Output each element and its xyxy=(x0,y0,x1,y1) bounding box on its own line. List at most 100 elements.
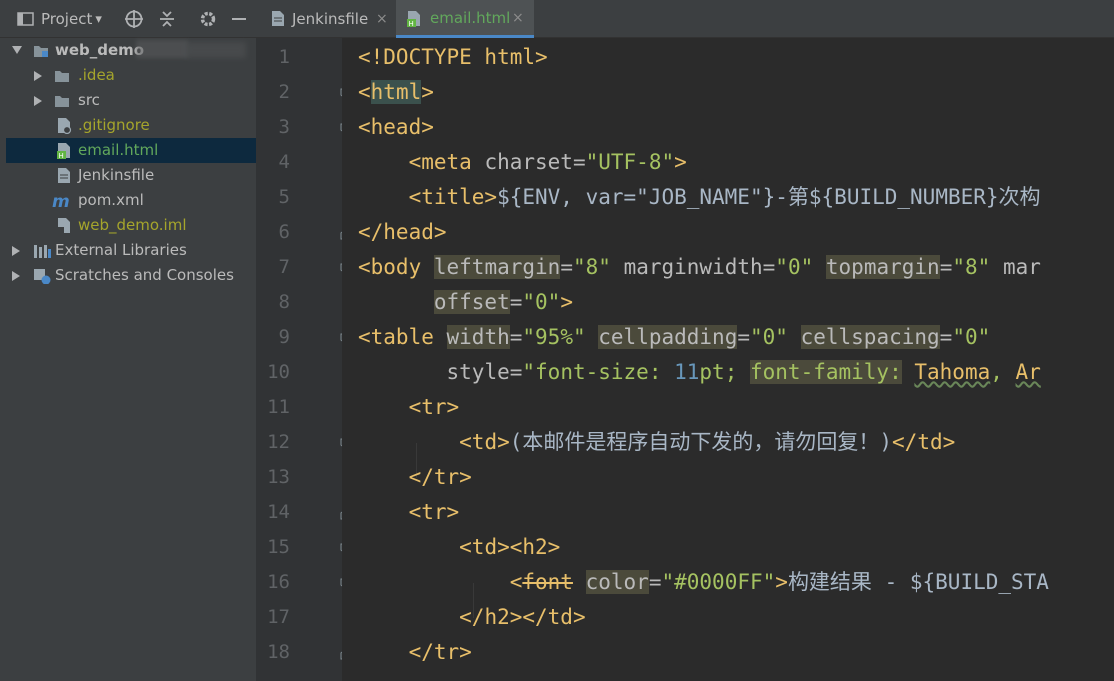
attr-name: cellspacing xyxy=(800,325,940,349)
attr-name: style xyxy=(446,360,510,384)
line-number: 17 xyxy=(267,606,290,628)
line-number: 8 xyxy=(278,291,290,313)
tag-table: <table xyxy=(358,325,434,349)
expand-arrow-icon[interactable] xyxy=(12,246,20,256)
attr-name: leftmargin xyxy=(433,255,561,279)
tag-tr-close: </tr> xyxy=(408,640,472,664)
tab-label: email.html xyxy=(430,8,511,27)
svg-text:H: H xyxy=(409,20,414,28)
close-icon[interactable]: × xyxy=(512,10,524,26)
code-line-6: </head> xyxy=(358,215,447,250)
css-unit: pt; xyxy=(699,360,738,384)
tree-item-label: pom.xml xyxy=(78,191,144,209)
attr-name: charset xyxy=(471,150,573,174)
tree-item-email-html[interactable]: H email.html xyxy=(6,138,256,163)
tree-item-web-demo-iml[interactable]: web_demo.iml xyxy=(6,213,256,238)
minimize-icon[interactable] xyxy=(230,0,248,38)
expand-arrow-icon[interactable] xyxy=(34,71,42,81)
tab-jenkinsfile[interactable]: Jenkinsfile × xyxy=(256,0,396,38)
code-line-10: style="font-size: 11pt; font-family: Tah… xyxy=(446,360,1041,384)
code-line-13: </tr> xyxy=(358,460,472,495)
doctype: <!DOCTYPE html> xyxy=(358,45,548,69)
css-font: Tahoma xyxy=(914,360,991,384)
code-line-1: <!DOCTYPE html> xyxy=(358,40,548,75)
line-number: 2 xyxy=(278,81,290,103)
attr-value: "font-size: xyxy=(522,360,675,384)
tree-item-label: web_demo xyxy=(55,41,145,59)
code-line-14: <tr> xyxy=(358,495,460,530)
font-text: 构建结果 - ${BUILD_STA xyxy=(787,570,1049,594)
code-editor[interactable]: <!DOCTYPE html> <html> <head> <meta char… xyxy=(342,38,1114,681)
tree-item-jenkinsfile[interactable]: Jenkinsfile xyxy=(6,163,256,188)
expand-arrow-icon[interactable] xyxy=(12,271,20,281)
folder-icon xyxy=(55,71,69,82)
collapse-all-icon[interactable] xyxy=(158,0,176,38)
project-panel: Project ▾ web_demo .idea src .gitignore … xyxy=(0,0,256,681)
tab-email-html[interactable]: H email.html × xyxy=(396,0,534,38)
line-number: 4 xyxy=(278,151,290,173)
gear-icon[interactable] xyxy=(198,0,218,38)
tag-tr: <tr> xyxy=(408,500,460,524)
maven-icon: m xyxy=(52,192,70,209)
attr-value: "0" xyxy=(952,325,991,349)
tag-head: <head> xyxy=(358,115,434,139)
line-number: 16 xyxy=(267,571,290,593)
project-view-selector[interactable]: Project ▾ xyxy=(16,0,102,38)
tag-font-deprecated: font xyxy=(522,570,573,594)
crosshair-icon[interactable] xyxy=(124,0,144,38)
tree-item-label: web_demo.iml xyxy=(78,216,187,234)
css-font: Ar xyxy=(1015,360,1041,384)
attr-name: color xyxy=(585,570,649,594)
tree-item-label: Jenkinsfile xyxy=(78,166,155,184)
tree-item-label: .idea xyxy=(78,66,115,84)
expand-arrow-icon[interactable] xyxy=(34,96,42,106)
code-line-18: </tr> xyxy=(358,635,472,670)
attr-value: "#0000FF" xyxy=(661,570,776,594)
close-icon[interactable]: × xyxy=(376,11,388,27)
tree-item-gitignore[interactable]: .gitignore xyxy=(6,113,256,138)
attr-name: mar xyxy=(1002,255,1041,279)
line-number: 1 xyxy=(278,46,290,68)
line-number: 14 xyxy=(267,501,290,523)
line-number: 13 xyxy=(267,466,290,488)
tree-item-web-demo[interactable]: web_demo xyxy=(6,38,256,63)
library-icon xyxy=(34,245,51,258)
tree-item-scratches[interactable]: Scratches and Consoles xyxy=(6,263,256,288)
line-number: 9 xyxy=(278,326,290,348)
line-number: 6 xyxy=(278,221,290,243)
tag-bracket: > xyxy=(775,570,788,594)
project-icon xyxy=(17,12,34,26)
code-line-4: <meta charset="UTF-8"> xyxy=(358,145,687,180)
line-number: 18 xyxy=(267,641,290,663)
redacted-area xyxy=(186,42,246,58)
css-number: 11 xyxy=(674,360,700,384)
project-panel-header: Project ▾ xyxy=(0,0,256,38)
tree-item-label: email.html xyxy=(78,141,159,159)
code-line-8: offset="0"> xyxy=(433,290,573,314)
line-number: 15 xyxy=(267,536,290,558)
tree-item-external-libraries[interactable]: External Libraries xyxy=(6,238,256,263)
css-comma: , xyxy=(990,360,1003,384)
tag-bracket: > xyxy=(674,150,687,174)
code-line-16: <font color="#0000FF">构建结果 - ${BUILD_STA xyxy=(509,570,1049,594)
text-file-icon xyxy=(272,11,284,26)
line-number: 5 xyxy=(278,186,290,208)
tag-body: <body xyxy=(358,255,422,279)
expand-arrow-icon[interactable] xyxy=(12,46,22,54)
redacted-area xyxy=(136,40,188,58)
tree-item-idea[interactable]: .idea xyxy=(6,63,256,88)
tree-item-label: Scratches and Consoles xyxy=(55,266,234,284)
line-number: 3 xyxy=(278,116,290,138)
tag-tr-close: </tr> xyxy=(408,465,472,489)
tree-item-label: .gitignore xyxy=(78,116,150,134)
tree-item-pom-xml[interactable]: m pom.xml xyxy=(6,188,256,213)
attr-name: topmargin xyxy=(825,255,940,279)
code-line-11: <tr> xyxy=(358,390,460,425)
code-line-9: <table width="95%" cellpadding="0" cells… xyxy=(358,325,991,349)
attr-name: width xyxy=(446,325,510,349)
tree-item-label: src xyxy=(78,91,100,109)
project-title: Project xyxy=(41,10,93,28)
attr-value: "8" xyxy=(572,255,611,279)
css-property: font-family: xyxy=(750,360,902,384)
tree-item-src[interactable]: src xyxy=(6,88,256,113)
